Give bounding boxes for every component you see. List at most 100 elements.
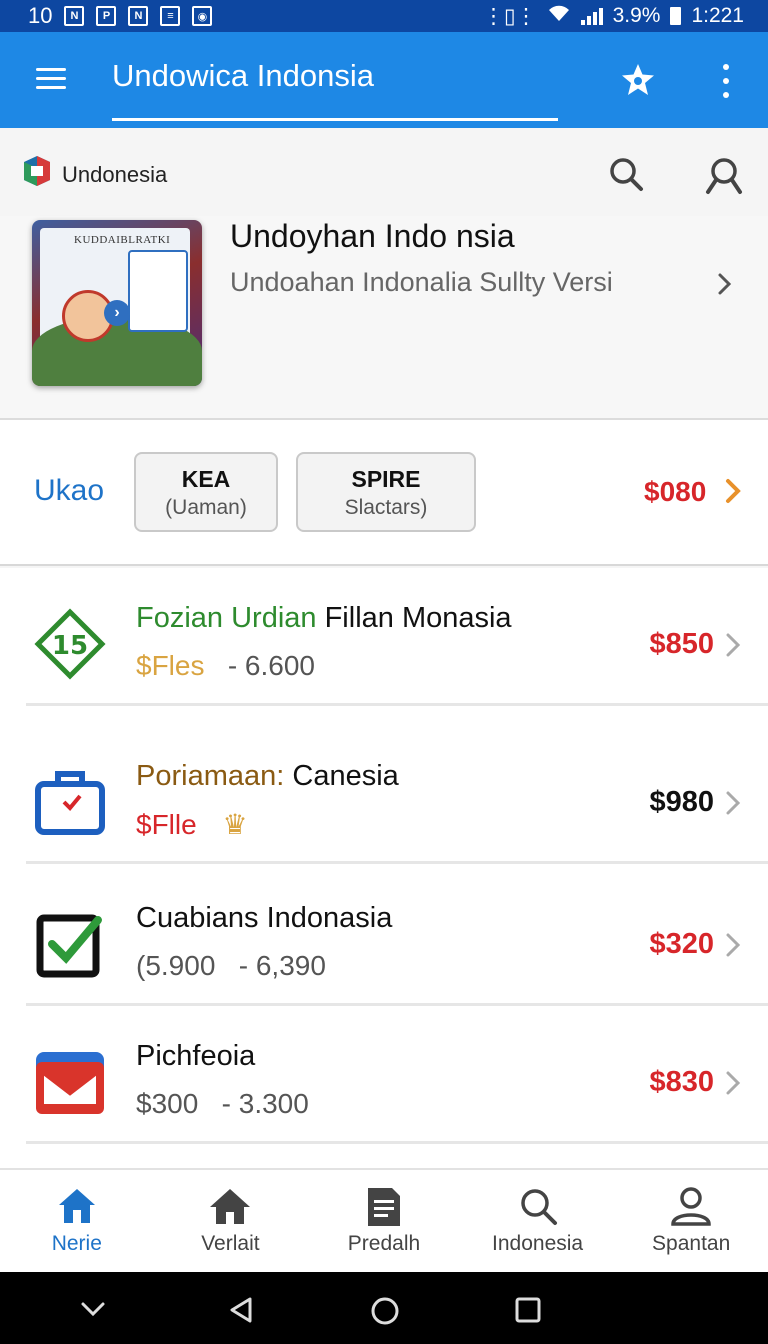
item-price: $980 <box>649 786 714 818</box>
chevron-right-icon <box>726 633 741 657</box>
item-range: - 6.600 <box>227 650 315 681</box>
filter-chip-kea[interactable]: KEA (Uaman) <box>134 452 278 532</box>
signal-icon <box>580 7 603 25</box>
vibrate-icon: ⋮▯⋮ <box>483 4 537 28</box>
item-range-end: - 6,390 <box>238 950 326 981</box>
item-price-label: $Flle <box>136 809 197 840</box>
app-title: Undowica Indonsia <box>112 58 374 93</box>
brand-name: Undonesia <box>62 162 168 187</box>
item-price: $830 <box>649 1066 714 1098</box>
tag-icon: 15 <box>34 608 106 680</box>
item-title-main: Pichfeoia <box>136 1040 256 1072</box>
item-title-prefix: Fozian Urdian <box>136 602 317 634</box>
nav-label: Verlait <box>201 1232 260 1255</box>
search-icon <box>520 1189 557 1225</box>
search-icon[interactable] <box>608 156 644 192</box>
nav-label: Spantan <box>652 1232 731 1255</box>
recents-icon[interactable] <box>514 1296 542 1324</box>
house-icon <box>210 1189 251 1224</box>
chip-title: KEA <box>181 466 231 492</box>
item-subtitle: $Fles - 6.600 <box>136 650 315 682</box>
item-range-end: - 3.300 <box>221 1088 309 1119</box>
status-time-left: 10 <box>28 3 53 28</box>
chip-title: SPIRE <box>351 466 421 492</box>
chip-subtitle: Slactars) <box>344 496 428 519</box>
item-price-label: $Fles <box>136 650 205 681</box>
item-title-main: Fillan Monasia <box>324 602 512 634</box>
notification-p-icon: P <box>96 6 117 26</box>
list-item[interactable]: Cuabians Indonasia (5.900 - 6,390 $320 <box>0 868 768 1006</box>
status-clock: 1:221 <box>691 4 744 27</box>
chevron-right-icon <box>726 791 741 815</box>
notification-n2-icon: N <box>128 6 149 26</box>
brand-logo-icon <box>24 156 50 186</box>
notification-camera-icon: ◉ <box>192 6 213 26</box>
status-bar: 10 N P N ≡ ◉ ⋮▯⋮ 3.9% 1:221 <box>0 0 768 32</box>
nav-item-spantan[interactable]: Spantan <box>614 1170 768 1272</box>
checkbox-icon <box>36 914 102 978</box>
featured-title: Undoyhan Indo nsia <box>230 218 515 254</box>
featured-subtitle: Undoahan Indonalia Sullty Versi <box>230 267 613 297</box>
nav-item-predalh[interactable]: Predalh <box>307 1170 461 1272</box>
item-title-prefix: Poriamaan: <box>136 760 285 792</box>
menu-icon[interactable] <box>36 68 66 90</box>
notification-file-icon: ≡ <box>160 6 181 26</box>
star-badge-icon[interactable] <box>620 62 656 98</box>
item-title-main: Cuabians Indonasia <box>136 902 393 934</box>
item-title: Poriamaan: Canesia <box>136 760 399 793</box>
home-circle-icon[interactable] <box>370 1296 400 1326</box>
nav-label: Predalh <box>347 1232 421 1255</box>
item-subtitle: (5.900 - 6,390 <box>136 950 326 982</box>
gmail-icon <box>36 1052 104 1114</box>
item-title: Cuabians Indonasia <box>136 902 392 935</box>
item-price: $850 <box>649 628 714 660</box>
chevron-down-icon[interactable] <box>80 1296 106 1322</box>
chevron-right-icon[interactable] <box>712 272 736 296</box>
chevron-right-icon <box>726 1071 741 1095</box>
list-item[interactable]: 15 Fozian Urdian Fillan Monasia $Fles - … <box>0 568 768 706</box>
notification-n-icon: N <box>64 6 85 26</box>
wifi-icon <box>547 4 571 28</box>
item-subtitle: $Flle ♛ <box>136 808 248 841</box>
nav-item-home[interactable]: Nerie <box>0 1170 154 1272</box>
chevron-right-icon <box>726 933 741 957</box>
item-subtitle: $300 - 3.300 <box>136 1088 309 1120</box>
filter-label: Ukao <box>34 474 105 507</box>
item-title: Fozian Urdian Fillan Monasia <box>136 602 512 635</box>
filter-row: Ukao KEA (Uaman) SPIRE Slactars) $080 <box>0 420 768 566</box>
nav-label: Nerie <box>51 1232 102 1255</box>
more-options-icon[interactable] <box>716 64 736 98</box>
list-item[interactable]: Poriamaan: Canesia $Flle ♛ $980 <box>0 726 768 864</box>
featured-cover-image: KUDDAIBLRATKI › <box>32 220 202 386</box>
nav-item-verlait[interactable]: Verlait <box>154 1170 308 1272</box>
item-title: Pichfeoia <box>136 1040 255 1073</box>
featured-card[interactable]: KUDDAIBLRATKI › Undoyhan Indo nsia Undoa… <box>0 216 768 420</box>
crown-icon: ♛ <box>222 809 248 840</box>
brand-row: Undonesia <box>0 128 768 216</box>
item-list: 15 Fozian Urdian Fillan Monasia $Fles - … <box>0 568 768 1168</box>
system-nav-bar <box>0 1272 768 1344</box>
item-price: $320 <box>649 928 714 960</box>
filter-chip-spire[interactable]: SPIRE Slactars) <box>296 452 476 532</box>
item-range-start: (5.900 <box>136 950 216 981</box>
home-icon <box>58 1189 95 1223</box>
item-range-start: $300 <box>136 1088 199 1119</box>
nav-label: Indonesia <box>492 1232 584 1255</box>
user-icon <box>671 1187 711 1226</box>
app-bar: Undowica Indonsia <box>0 32 768 128</box>
document-icon <box>367 1188 400 1226</box>
chevron-right-icon[interactable] <box>722 478 744 504</box>
briefcase-icon <box>35 771 105 835</box>
back-icon[interactable] <box>228 1296 254 1324</box>
title-underline <box>112 118 558 121</box>
battery-icon <box>670 7 682 25</box>
item-title-main: Canesia <box>292 760 399 792</box>
filter-price: $080 <box>644 476 707 507</box>
bottom-nav: Nerie Verlait Predalh Indonesia Spantan <box>0 1168 768 1272</box>
cover-text: KUDDAIBLRATKI <box>74 234 171 246</box>
list-item[interactable]: Pichfeoia $300 - 3.300 $830 <box>0 1006 768 1144</box>
chip-subtitle: (Uaman) <box>165 496 247 519</box>
nav-item-indonesia[interactable]: Indonesia <box>461 1170 615 1272</box>
search-alt-icon[interactable] <box>704 156 744 196</box>
svg-text:15: 15 <box>52 631 88 661</box>
